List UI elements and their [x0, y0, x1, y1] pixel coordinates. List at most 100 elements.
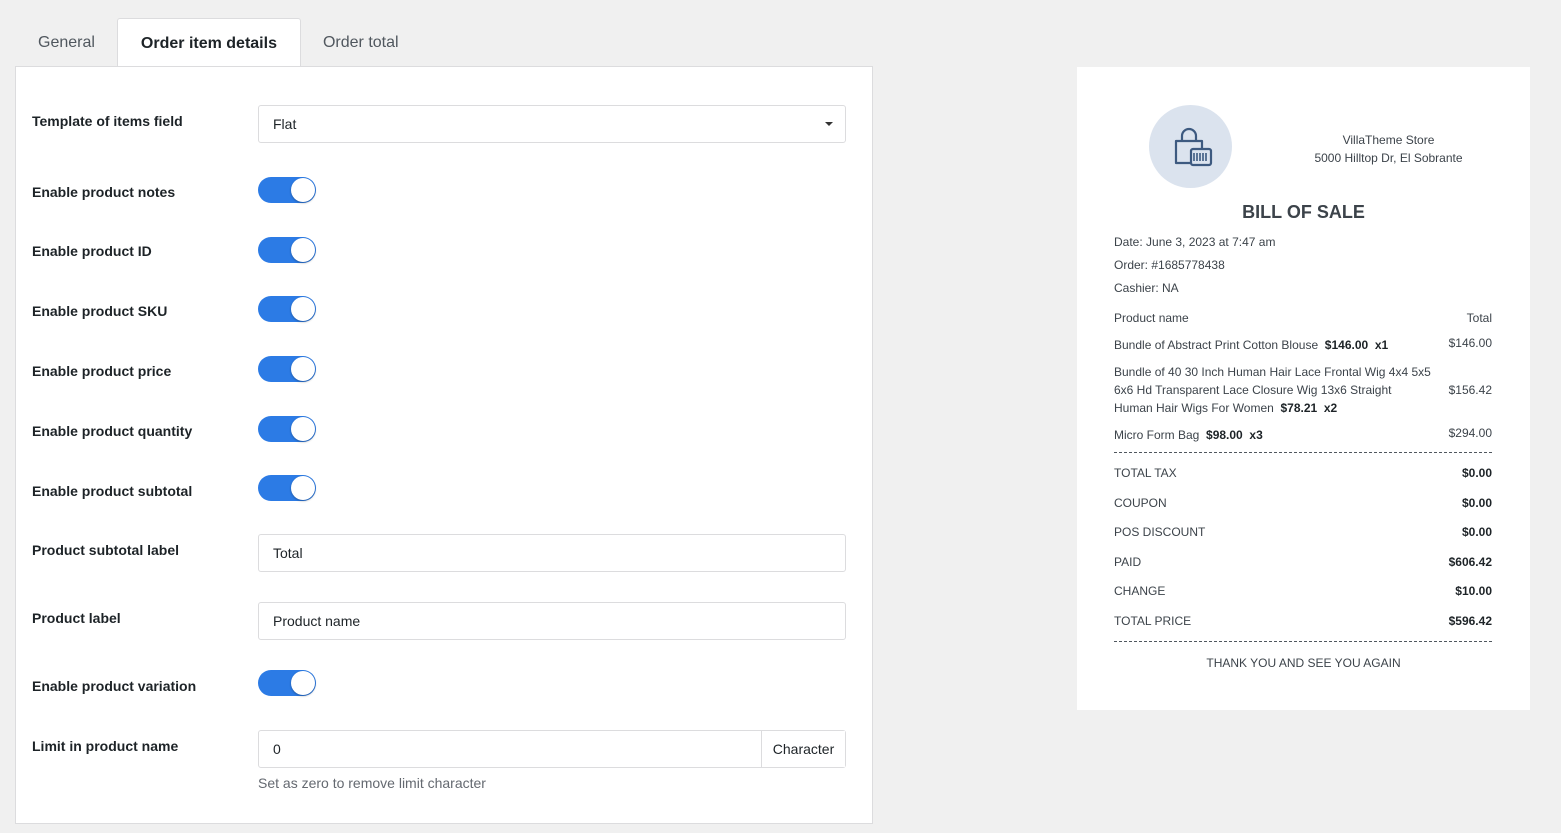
item-name: Bundle of 40 30 Inch Human Hair Lace Fro… — [1114, 365, 1431, 415]
sum-label: TOTAL TAX — [1114, 466, 1177, 480]
variation-toggle[interactable] — [258, 670, 316, 696]
sum-value: $596.42 — [1448, 614, 1492, 628]
template-select[interactable]: Flat — [258, 105, 846, 143]
divider — [1114, 452, 1492, 453]
notes-label: Enable product notes — [32, 184, 176, 200]
col-name: Product name — [1114, 311, 1189, 325]
toggle-knob — [291, 476, 315, 500]
change-row: CHANGE $10.00 — [1114, 584, 1492, 598]
bill-title: BILL OF SALE — [1242, 202, 1365, 222]
list-item: Micro Form Bag $98.00 x3 $294.00 — [1114, 426, 1492, 444]
pos-discount-row: POS DISCOUNT $0.00 — [1114, 525, 1492, 539]
price-row: Enable product price — [32, 356, 846, 382]
item-total: $146.00 — [1448, 336, 1492, 350]
list-item: Bundle of Abstract Print Cotton Blouse $… — [1114, 336, 1492, 354]
toggle-knob — [291, 238, 315, 262]
store-logo — [1149, 105, 1232, 188]
store-address: 5000 Hilltop Dr, El Sobrante — [1314, 151, 1463, 165]
template-label: Template of items field — [32, 113, 183, 129]
col-total: Total — [1466, 311, 1492, 325]
subtotal-text-row: Product subtotal label Total — [32, 534, 846, 572]
sku-row: Enable product SKU — [32, 296, 846, 322]
tab-general[interactable]: General — [16, 18, 117, 66]
sum-label: CHANGE — [1114, 584, 1166, 598]
sum-value: $0.00 — [1461, 466, 1492, 480]
sum-value: $0.00 — [1461, 525, 1492, 539]
item-price: $146.00 — [1324, 338, 1369, 352]
caret-down-icon — [825, 122, 833, 126]
product-label-input[interactable]: Product name — [258, 602, 846, 640]
list-item: Bundle of 40 30 Inch Human Hair Lace Fro… — [1114, 363, 1492, 417]
item-price: $98.00 — [1206, 428, 1243, 442]
item-total: $294.00 — [1448, 426, 1492, 440]
thanks-message: THANK YOU AND SEE YOU AGAIN — [1206, 656, 1401, 670]
item-total: $156.42 — [1448, 383, 1492, 397]
subtotal-toggle[interactable] — [258, 475, 316, 501]
limit-label: Limit in product name — [32, 738, 179, 754]
limit-input-value: 0 — [273, 741, 281, 757]
toggle-knob — [291, 671, 315, 695]
paid-row: PAID $606.42 — [1114, 555, 1492, 569]
quantity-row: Enable product quantity — [32, 416, 846, 442]
item-qty: x1 — [1374, 338, 1389, 352]
sku-toggle[interactable] — [258, 296, 316, 322]
store-name: VillaTheme Store — [1342, 133, 1435, 147]
item-qty: x2 — [1323, 401, 1338, 415]
sum-label: PAID — [1114, 555, 1142, 569]
item-price: $78.21 — [1280, 401, 1318, 415]
limit-unit-addon: Character — [761, 731, 845, 767]
subtotal-text-input[interactable]: Total — [258, 534, 846, 572]
settings-panel: Template of items field Flat Enable prod… — [15, 66, 873, 824]
item-name: Micro Form Bag — [1114, 428, 1200, 442]
subtotal-row: Enable product subtotal — [32, 475, 846, 501]
divider — [1114, 641, 1492, 642]
subtotal-text-label: Product subtotal label — [32, 542, 180, 558]
subtotal-label: Enable product subtotal — [32, 483, 193, 499]
limit-row: Limit in product name 0 Character Set as… — [32, 730, 846, 800]
total-tax-row: TOTAL TAX $0.00 — [1114, 466, 1492, 480]
id-row: Enable product ID — [32, 237, 846, 263]
variation-row: Enable product variation — [32, 670, 846, 696]
tab-order-total[interactable]: Order total — [301, 18, 421, 66]
toggle-knob — [291, 297, 315, 321]
template-select-value: Flat — [273, 116, 297, 132]
notes-row: Enable product notes — [32, 177, 846, 203]
order-date: Date: June 3, 2023 at 7:47 am — [1114, 235, 1276, 249]
limit-hint: Set as zero to remove limit character — [258, 775, 486, 791]
total-price-row: TOTAL PRICE $596.42 — [1114, 614, 1492, 628]
toggle-knob — [291, 417, 315, 441]
quantity-toggle[interactable] — [258, 416, 316, 442]
id-label: Enable product ID — [32, 243, 152, 259]
id-toggle[interactable] — [258, 237, 316, 263]
sum-value: $606.42 — [1448, 555, 1492, 569]
sum-value: $10.00 — [1455, 584, 1492, 598]
price-label: Enable product price — [32, 363, 172, 379]
tab-bar: General Order item details Order total — [16, 18, 421, 68]
sku-label: Enable product SKU — [32, 303, 168, 319]
order-number: Order: #1685778438 — [1114, 258, 1225, 272]
notes-toggle[interactable] — [258, 177, 316, 203]
product-label-row: Product label Product name — [32, 602, 846, 640]
product-label-label: Product label — [32, 610, 121, 626]
toggle-knob — [291, 357, 315, 381]
order-meta: Date: June 3, 2023 at 7:47 am Order: #16… — [1114, 231, 1492, 300]
coupon-row: COUPON $0.00 — [1114, 496, 1492, 510]
template-row: Template of items field Flat — [32, 105, 846, 143]
item-qty: x3 — [1249, 428, 1263, 442]
sum-label: POS DISCOUNT — [1114, 525, 1206, 539]
shopping-bag-icon — [1174, 127, 1213, 167]
quantity-label: Enable product quantity — [32, 423, 193, 439]
receipt-preview: VillaTheme Store 5000 Hilltop Dr, El Sob… — [1077, 67, 1530, 710]
items-header: Product name Total — [1114, 311, 1492, 325]
store-info: VillaTheme Store 5000 Hilltop Dr, El Sob… — [1277, 131, 1500, 167]
toggle-knob — [291, 178, 315, 202]
order-cashier: Cashier: NA — [1114, 281, 1179, 295]
limit-input[interactable]: 0 Character — [258, 730, 846, 768]
tab-order-item-details[interactable]: Order item details — [116, 18, 301, 68]
sum-value: $0.00 — [1461, 496, 1492, 510]
item-name: Bundle of Abstract Print Cotton Blouse — [1114, 338, 1319, 352]
price-toggle[interactable] — [258, 356, 316, 382]
variation-label: Enable product variation — [32, 678, 197, 694]
sum-label: TOTAL PRICE — [1114, 614, 1192, 628]
sum-label: COUPON — [1114, 496, 1167, 510]
